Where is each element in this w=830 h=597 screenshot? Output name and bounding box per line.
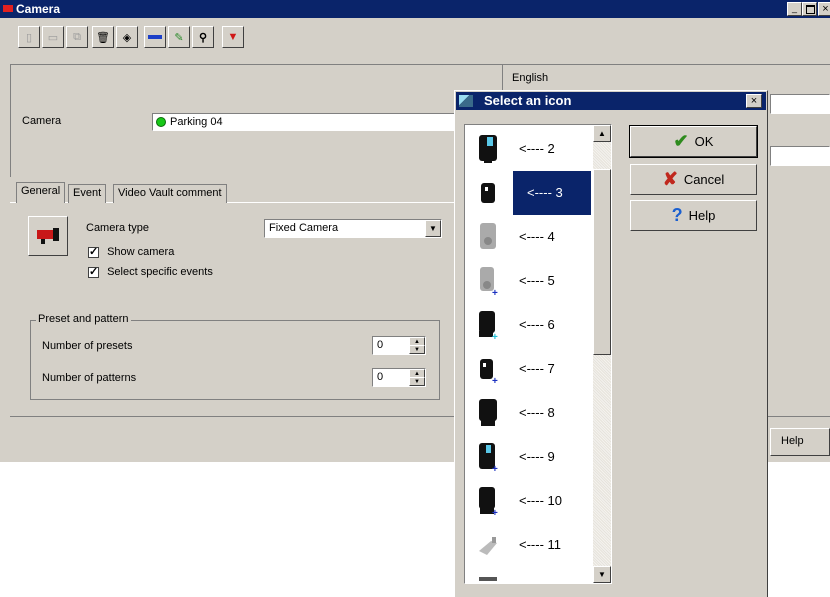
camera-icon: + bbox=[480, 267, 498, 297]
svg-text:+: + bbox=[492, 464, 498, 473]
show-camera-checkbox[interactable]: Show camera bbox=[88, 245, 174, 258]
link-icon[interactable] bbox=[144, 26, 166, 48]
presets-label: Number of presets bbox=[42, 340, 133, 352]
tool-icon[interactable]: ✎ bbox=[168, 26, 190, 48]
tab-event[interactable]: Event bbox=[68, 184, 107, 203]
camera-red-icon bbox=[37, 228, 59, 244]
window-title: Camera bbox=[16, 2, 61, 16]
close-button[interactable]: × bbox=[818, 2, 830, 16]
dialog-title: Select an icon bbox=[484, 93, 572, 108]
list-item[interactable]: + <---- 9 bbox=[465, 435, 593, 479]
camera-icon: + bbox=[479, 311, 498, 341]
copy-icon[interactable]: ⧉ bbox=[66, 26, 88, 48]
list-item[interactable] bbox=[465, 567, 593, 583]
icon-list-items: <---- 2 <---- 3 <---- 4 + <---- 5 + <---… bbox=[465, 125, 593, 583]
list-item[interactable]: <---- 8 bbox=[465, 391, 593, 435]
new-icon[interactable]: ▯ bbox=[18, 26, 40, 48]
camera-icon bbox=[480, 223, 496, 249]
delete-icon[interactable]: 🗑 bbox=[92, 26, 114, 48]
camera-icon: + bbox=[479, 487, 498, 517]
language-field-1[interactable] bbox=[770, 94, 830, 114]
svg-text:+: + bbox=[492, 508, 498, 517]
chevron-down-icon[interactable]: ▼ bbox=[425, 220, 441, 237]
checkbox-checked-icon bbox=[88, 265, 99, 278]
patterns-label: Number of patterns bbox=[42, 372, 137, 384]
select-events-checkbox[interactable]: Select specific events bbox=[88, 265, 213, 278]
spin-down-icon[interactable]: ▼ bbox=[409, 345, 425, 354]
camera-icon bbox=[479, 135, 497, 163]
list-item[interactable]: <---- 11 bbox=[465, 523, 593, 567]
camera-icon: + bbox=[480, 359, 498, 385]
window-titlebar: Camera _ × bbox=[0, 0, 830, 18]
language-label: English bbox=[512, 72, 549, 84]
list-item[interactable]: <---- 3 bbox=[465, 171, 593, 215]
patterns-stepper[interactable]: 0 ▲ ▼ bbox=[372, 368, 426, 387]
list-item[interactable]: + <---- 6 bbox=[465, 303, 593, 347]
camera-icon bbox=[479, 537, 497, 555]
svg-text:+: + bbox=[492, 332, 498, 341]
checkbox-checked-icon bbox=[88, 245, 99, 258]
search-icon[interactable]: ⚲ bbox=[192, 26, 214, 48]
toolbar: ▯ ▭ ⧉ 🗑 ◈ ✎ ⚲ ▼ bbox=[8, 24, 280, 56]
scroll-down-icon[interactable]: ▼ bbox=[593, 566, 611, 583]
print-icon[interactable]: ◈ bbox=[116, 26, 138, 48]
help-dialog-button[interactable]: ? Help bbox=[630, 200, 757, 231]
dialog-titlebar: Select an icon × bbox=[456, 92, 766, 110]
dialog-close-button[interactable]: × bbox=[746, 94, 762, 108]
spin-down-icon[interactable]: ▼ bbox=[409, 377, 425, 386]
cancel-x-icon: ✘ bbox=[662, 169, 678, 189]
language-field-2[interactable] bbox=[770, 146, 830, 166]
camera-name-value: Parking 04 bbox=[170, 116, 223, 128]
ok-button[interactable]: ✔ OK bbox=[629, 125, 758, 158]
camera-type-select[interactable]: Fixed Camera ▼ bbox=[264, 219, 442, 238]
list-item[interactable]: + <---- 10 bbox=[465, 479, 593, 523]
list-item[interactable]: <---- 2 bbox=[465, 127, 593, 171]
list-item[interactable]: + <---- 7 bbox=[465, 347, 593, 391]
cancel-button[interactable]: ✘ Cancel bbox=[630, 164, 757, 195]
help-button[interactable]: Help bbox=[770, 428, 830, 456]
maximize-button[interactable] bbox=[802, 2, 817, 16]
save-icon[interactable]: ▭ bbox=[42, 26, 64, 48]
camera-icon bbox=[479, 399, 497, 426]
minimize-button[interactable]: _ bbox=[787, 2, 802, 16]
camera-name-field[interactable]: Parking 04 bbox=[152, 113, 456, 131]
camera-app-icon bbox=[3, 5, 13, 12]
list-item[interactable]: <---- 4 bbox=[465, 215, 593, 259]
scroll-thumb[interactable] bbox=[593, 169, 611, 355]
camera-icon: + bbox=[479, 443, 498, 473]
camera-icon bbox=[479, 577, 497, 581]
icon-list-scrollbar[interactable]: ▲ ▼ bbox=[593, 125, 611, 583]
camera-icon bbox=[481, 183, 495, 203]
presets-stepper[interactable]: 0 ▲ ▼ bbox=[372, 336, 426, 355]
scroll-up-icon[interactable]: ▲ bbox=[593, 125, 611, 142]
icon-list[interactable]: <---- 2 <---- 3 <---- 4 + <---- 5 + <---… bbox=[464, 124, 612, 584]
dialog-app-icon bbox=[459, 95, 473, 107]
status-dot-icon bbox=[156, 117, 166, 127]
check-icon: ✔ bbox=[673, 131, 689, 151]
camera-type-label: Camera type bbox=[86, 222, 149, 234]
camera-label: Camera bbox=[22, 115, 62, 127]
svg-text:+: + bbox=[492, 288, 498, 297]
svg-text:+: + bbox=[492, 376, 498, 385]
camera-icon-button[interactable] bbox=[28, 216, 68, 256]
question-mark-icon: ? bbox=[671, 205, 683, 225]
list-item[interactable]: + <---- 5 bbox=[465, 259, 593, 303]
preset-group bbox=[30, 320, 440, 400]
tab-video-vault-comment[interactable]: Video Vault comment bbox=[113, 184, 227, 203]
preset-group-legend: Preset and pattern bbox=[36, 313, 131, 325]
camera-icon[interactable]: ▼ bbox=[222, 26, 244, 48]
tab-general[interactable]: General bbox=[16, 182, 66, 203]
